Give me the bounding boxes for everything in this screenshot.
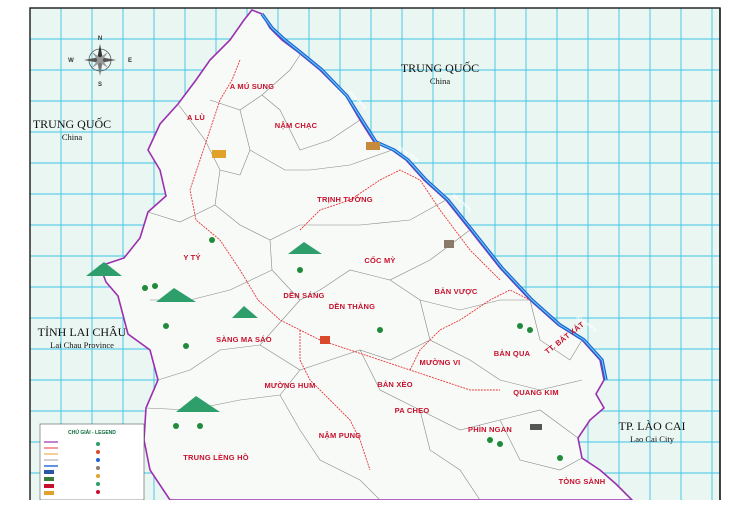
commune-label: PHÌN NGAN	[468, 425, 512, 434]
landmark-icon	[212, 150, 226, 158]
map-legend: CHÚ GIẢI - LEGEND	[39, 423, 145, 501]
commune-label: NẬM CHẠC	[275, 121, 318, 130]
commune-label: BẢN QUA	[494, 349, 531, 358]
tree-icon	[142, 285, 148, 291]
region-label-lai-chau: TỈNH LAI CHÂU	[38, 325, 127, 339]
tree-icon	[163, 323, 169, 329]
legend-poi-icon	[96, 458, 100, 462]
region-sublabel-china-west: China	[62, 132, 83, 142]
commune-label: QUANG KIM	[513, 388, 559, 397]
commune-label: TÒNG SÀNH	[559, 477, 606, 486]
legend-title: CHÚ GIẢI - LEGEND	[68, 429, 116, 436]
tree-icon	[527, 327, 533, 333]
tree-icon	[297, 267, 303, 273]
commune-label: A MÚ SUNG	[230, 82, 274, 91]
commune-label: TRUNG LÈNG HỒ	[183, 452, 249, 462]
legend-swatch	[44, 470, 54, 474]
region-sublabel-lai-chau: Lai Chau Province	[50, 340, 114, 350]
landmark-icon	[444, 240, 454, 248]
commune-label: BẢN XÈO	[377, 380, 413, 389]
commune-label: A LÙ	[187, 113, 205, 122]
compass-south-label: S	[98, 82, 102, 88]
commune-label: Y TÝ	[183, 253, 200, 262]
commune-label: CỐC MỲ	[364, 255, 395, 265]
tree-icon	[173, 423, 179, 429]
tree-icon	[487, 437, 493, 443]
legend-poi-icon	[96, 482, 100, 486]
commune-label: TRỊNH TƯỜNG	[317, 195, 373, 204]
landmark-icon	[320, 336, 330, 344]
commune-label: SÀNG MA SÁO	[216, 335, 272, 344]
commune-label: PA CHEO	[395, 406, 430, 415]
legend-swatch	[44, 477, 54, 481]
region-label-china-west: TRUNG QUỐC	[33, 116, 111, 131]
commune-label: MƯỜNG VI	[420, 358, 461, 367]
legend-poi-icon	[96, 466, 100, 470]
region-sublabel-lao-cai: Lao Cai City	[630, 434, 675, 444]
compass-east-label: E	[128, 58, 132, 64]
tree-icon	[197, 423, 203, 429]
map-frame: N S E W TRUNG QUỐC China TRUNG QUỐC Chin…	[0, 0, 740, 505]
region-sublabel-china-north: China	[430, 76, 451, 86]
legend-swatch	[44, 491, 54, 495]
tree-icon	[183, 343, 189, 349]
legend-swatch	[44, 484, 54, 488]
legend-poi-icon	[96, 450, 100, 454]
commune-label: MƯỜNG HUM	[264, 381, 315, 390]
commune-label: NẬM PUNG	[319, 431, 361, 440]
legend-poi-icon	[96, 490, 100, 494]
landmark-icon	[366, 142, 380, 150]
commune-label: DỀN SÁNG	[283, 290, 324, 300]
tree-icon	[152, 283, 158, 289]
commune-label: BẢN VƯỢC	[435, 287, 478, 296]
tree-icon	[377, 327, 383, 333]
tree-icon	[209, 237, 215, 243]
legend-poi-icon	[96, 442, 100, 446]
commune-label: DỀN THÀNG	[329, 301, 375, 311]
tree-icon	[517, 323, 523, 329]
compass-west-label: W	[68, 58, 74, 64]
legend-poi-icon	[96, 474, 100, 478]
compass-north-label: N	[98, 36, 102, 42]
map-svg: N S E W TRUNG QUỐC China TRUNG QUỐC Chin…	[0, 0, 740, 505]
tree-icon	[557, 455, 563, 461]
tree-icon	[497, 441, 503, 447]
region-label-china-north: TRUNG QUỐC	[401, 60, 479, 75]
region-label-lao-cai: TP. LÀO CAI	[618, 419, 685, 433]
landmark-icon	[530, 424, 542, 430]
